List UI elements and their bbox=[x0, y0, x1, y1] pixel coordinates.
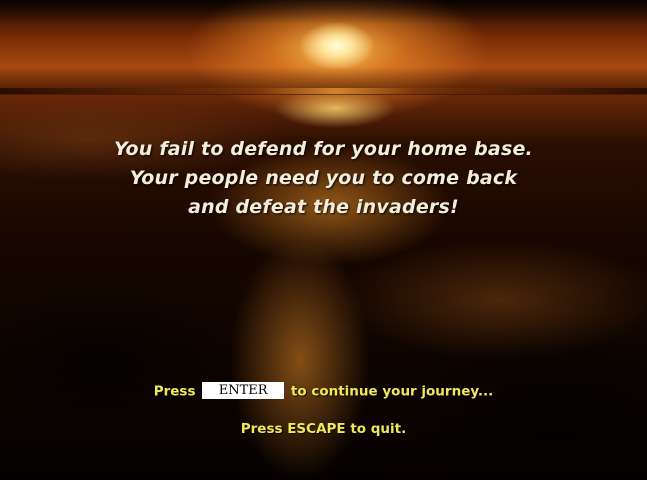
continue-prompt: Press ENTER to continue your journey... bbox=[0, 382, 647, 400]
continue-prefix: Press bbox=[153, 383, 196, 400]
shore-rocks bbox=[0, 240, 647, 480]
defeat-message-line-3: and defeat the invaders! bbox=[188, 196, 459, 218]
quit-prompt: Press ESCAPE to quit. bbox=[240, 421, 407, 437]
horizon-line bbox=[0, 88, 647, 94]
game-over-screen: You fail to defend for your home base. Y… bbox=[0, 0, 647, 480]
continue-suffix: to continue your journey... bbox=[290, 383, 494, 400]
sunset-sky bbox=[0, 0, 647, 95]
defeat-message-line-2: Your people need you to come back bbox=[129, 167, 518, 189]
enter-key-button[interactable]: ENTER bbox=[202, 382, 285, 399]
defeat-message-line-1: You fail to defend for your home base. bbox=[114, 138, 533, 160]
